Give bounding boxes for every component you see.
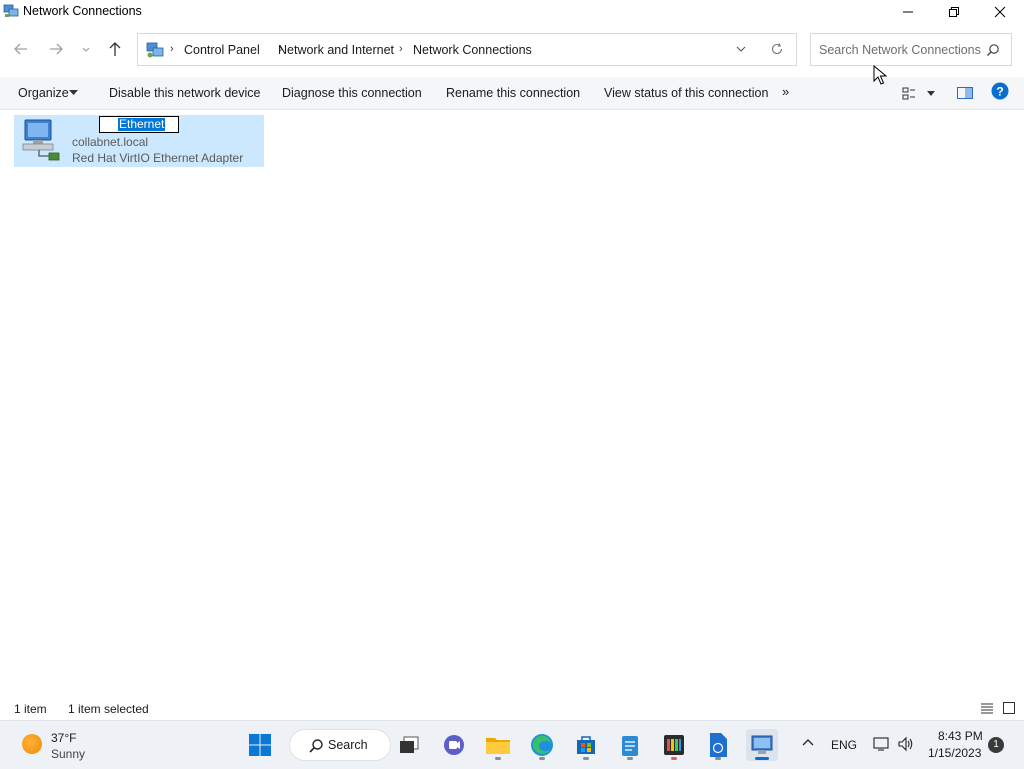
organize-dropdown-caret-icon[interactable] bbox=[69, 90, 78, 96]
ethernet-connection-item[interactable]: Ethernet collabnet.local Red Hat VirtIO … bbox=[14, 115, 264, 167]
preview-pane-icon[interactable] bbox=[956, 84, 974, 102]
document-icon bbox=[710, 733, 727, 757]
svg-text:?: ? bbox=[996, 85, 1003, 99]
running-indicator bbox=[715, 757, 721, 760]
file-explorer-icon bbox=[486, 738, 510, 754]
breadcrumb-separator-icon: › bbox=[170, 43, 174, 55]
help-icon[interactable]: ? bbox=[991, 82, 1009, 100]
up-arrow-icon[interactable] bbox=[104, 38, 126, 60]
title-bar: Network Connections bbox=[0, 0, 1024, 24]
diagnose-connection-button[interactable]: Diagnose this connection bbox=[282, 86, 422, 100]
refresh-icon[interactable] bbox=[770, 42, 784, 56]
active-indicator bbox=[755, 757, 769, 760]
item-count: 1 item bbox=[14, 702, 47, 716]
minimize-button[interactable] bbox=[885, 0, 931, 24]
weather-condition[interactable]: Sunny bbox=[51, 747, 85, 761]
task-view-icon bbox=[400, 736, 419, 753]
network-connections-icon bbox=[751, 735, 773, 754]
organize-button[interactable]: Organize bbox=[18, 86, 69, 100]
rename-field[interactable]: Ethernet bbox=[99, 116, 179, 133]
details-view-icon[interactable] bbox=[980, 702, 994, 715]
forward-arrow-icon[interactable] bbox=[45, 38, 67, 60]
close-icon bbox=[994, 6, 1006, 18]
document-button[interactable] bbox=[702, 729, 734, 761]
control-panel-icon bbox=[146, 42, 164, 58]
network-status-icon[interactable] bbox=[873, 736, 891, 752]
running-indicator bbox=[671, 757, 677, 760]
taskbar-search-button[interactable]: Search bbox=[289, 729, 391, 761]
taskbar: 37°F Sunny Search ENG 8:43 PM 1/15/2023 … bbox=[0, 720, 1024, 769]
search-icon bbox=[309, 739, 323, 753]
taskbar-search-label: Search bbox=[328, 738, 368, 752]
running-indicator bbox=[495, 757, 501, 760]
command-bar: Organize Disable this network device Dia… bbox=[0, 77, 1024, 110]
weather-temperature[interactable]: 37°F bbox=[51, 731, 76, 745]
edge-button[interactable] bbox=[526, 729, 558, 761]
windows-logo-icon bbox=[249, 734, 271, 756]
disable-device-button[interactable]: Disable this network device bbox=[109, 86, 260, 100]
selection-count: 1 item selected bbox=[68, 702, 149, 716]
microsoft-store-icon bbox=[577, 736, 595, 754]
notepad-icon bbox=[622, 736, 638, 756]
connection-domain: collabnet.local bbox=[72, 135, 149, 149]
start-button[interactable] bbox=[244, 729, 276, 761]
input-language[interactable]: ENG bbox=[831, 738, 857, 752]
restore-icon bbox=[949, 7, 959, 17]
search-box[interactable]: Search Network Connections bbox=[810, 33, 1012, 66]
clock-date[interactable]: 1/15/2023 bbox=[928, 746, 981, 760]
minimize-icon bbox=[903, 11, 913, 13]
address-bar[interactable]: › Control Panel › Network and Internet ›… bbox=[137, 33, 797, 66]
app-button[interactable] bbox=[658, 729, 690, 761]
connection-adapter: Red Hat VirtIO Ethernet Adapter bbox=[72, 151, 244, 165]
large-icons-view-icon[interactable] bbox=[1002, 701, 1016, 715]
notepad-button[interactable] bbox=[614, 729, 646, 761]
notification-badge[interactable]: 1 bbox=[988, 737, 1004, 753]
close-button[interactable] bbox=[977, 0, 1023, 24]
show-hidden-icons-chevron-icon[interactable] bbox=[801, 737, 815, 747]
store-button[interactable] bbox=[570, 729, 602, 761]
edge-icon bbox=[531, 734, 553, 756]
task-view-button[interactable] bbox=[393, 729, 425, 761]
address-dropdown-chevron-icon[interactable] bbox=[734, 42, 748, 56]
file-explorer-button[interactable] bbox=[482, 729, 514, 761]
running-indicator bbox=[583, 757, 589, 760]
mouse-cursor-icon bbox=[873, 65, 887, 85]
ethernet-adapter-icon bbox=[22, 119, 60, 161]
clock-time[interactable]: 8:43 PM bbox=[938, 729, 983, 743]
breadcrumb-network-and-internet[interactable]: Network and Internet bbox=[278, 43, 394, 57]
restore-button[interactable] bbox=[931, 0, 977, 24]
running-indicator bbox=[627, 757, 633, 760]
rename-connection-button[interactable]: Rename this connection bbox=[446, 86, 580, 100]
running-indicator bbox=[539, 757, 545, 760]
colorful-app-icon bbox=[664, 735, 684, 755]
volume-icon[interactable] bbox=[897, 736, 915, 752]
network-connections-taskbar-button[interactable] bbox=[746, 729, 778, 761]
change-view-icon[interactable] bbox=[900, 84, 942, 102]
chat-button[interactable] bbox=[438, 729, 470, 761]
view-status-button[interactable]: View status of this connection bbox=[604, 86, 768, 100]
more-commands-button[interactable]: » bbox=[782, 84, 789, 99]
recent-locations-chevron-icon[interactable] bbox=[78, 38, 94, 60]
breadcrumb-separator-icon: › bbox=[399, 43, 403, 55]
window-title: Network Connections bbox=[23, 4, 142, 18]
back-arrow-icon[interactable] bbox=[10, 38, 32, 60]
breadcrumb-network-connections[interactable]: Network Connections bbox=[413, 43, 532, 57]
connection-name-text[interactable]: Ethernet bbox=[118, 118, 166, 131]
chat-icon bbox=[444, 735, 464, 755]
breadcrumb-control-panel[interactable]: Control Panel bbox=[184, 43, 260, 57]
network-connections-icon bbox=[3, 4, 19, 17]
weather-sun-icon[interactable] bbox=[22, 734, 42, 754]
search-icon[interactable] bbox=[985, 42, 1001, 58]
search-input[interactable]: Search Network Connections bbox=[819, 43, 981, 57]
